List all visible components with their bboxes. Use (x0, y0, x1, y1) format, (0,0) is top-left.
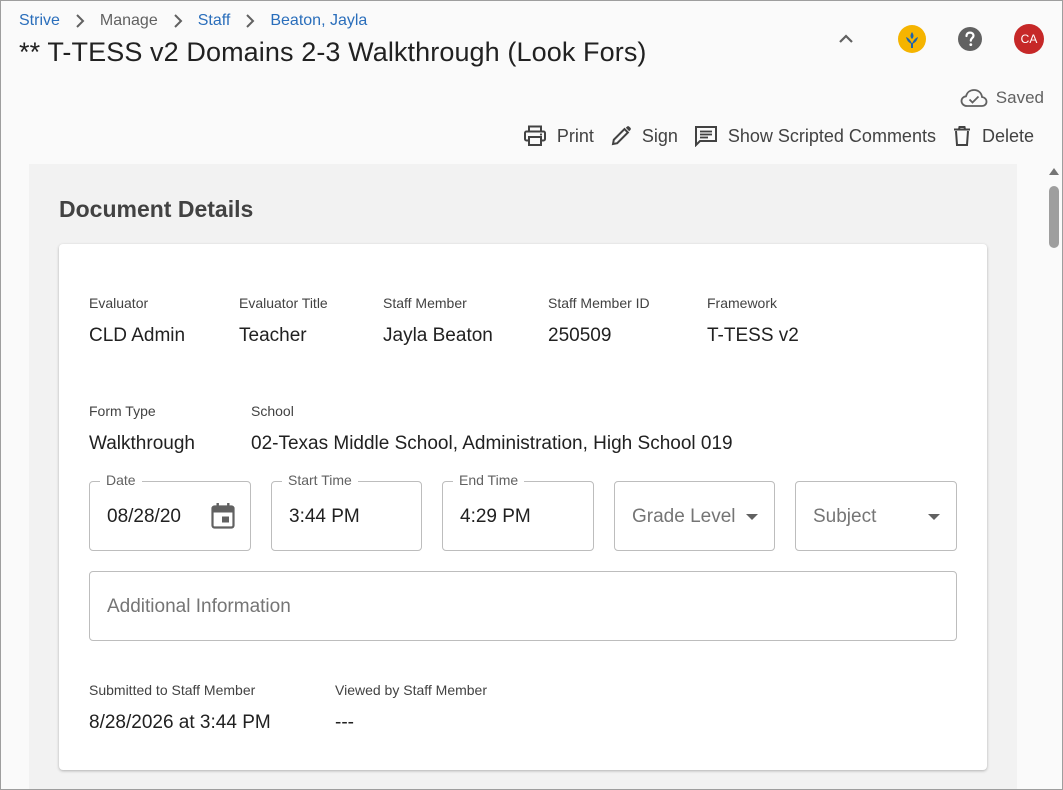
show-scripted-comments-label: Show Scripted Comments (727, 125, 936, 146)
additional-information-placeholder: Additional Information (107, 596, 291, 617)
document-details-panel: Document Details Evaluator CLD Admin Eva… (29, 164, 1017, 789)
framework-field: Framework T-TESS v2 (707, 295, 799, 347)
printer-icon (523, 125, 546, 146)
framework-label: Framework (707, 295, 778, 311)
calendar-icon (211, 503, 235, 529)
sign-label: Sign (641, 125, 678, 146)
breadcrumb-staff-member[interactable]: Beaton, Jayla (270, 12, 367, 30)
grade-level-select[interactable]: Grade Level (614, 481, 775, 551)
page-title: ** T-TESS v2 Domains 2-3 Walkthrough (Lo… (19, 37, 647, 67)
grade-level-placeholder: Grade Level (632, 506, 736, 527)
form-type-field: Form Type Walkthrough (89, 403, 195, 455)
end-time-value: 4:29 PM (460, 506, 531, 527)
chevron-up-icon (839, 34, 853, 43)
pencil-icon (611, 126, 631, 146)
trash-icon (953, 126, 970, 146)
viewed-label: Viewed by Staff Member (335, 682, 488, 698)
staff-member-id-value: 250509 (548, 325, 612, 346)
end-time-input[interactable]: End Time 4:29 PM (442, 472, 594, 551)
saved-status: Saved (960, 88, 1044, 108)
staff-member-value: Jayla Beaton (383, 325, 493, 346)
chevron-right-icon (158, 14, 198, 28)
sign-button[interactable]: Sign (610, 125, 678, 147)
date-label: Date (100, 472, 142, 488)
print-button[interactable]: Print (523, 125, 594, 147)
breadcrumb: Strive Manage Staff Beaton, Jayla (19, 12, 367, 30)
document-details-card: Evaluator CLD Admin Evaluator Title Teac… (59, 244, 987, 770)
evaluator-title-label: Evaluator Title (239, 295, 328, 311)
scrollbar-thumb[interactable] (1049, 186, 1059, 248)
staff-member-label: Staff Member (383, 295, 467, 311)
school-field: School 02-Texas Middle School, Administr… (251, 403, 733, 455)
dropdown-arrow-icon (746, 514, 758, 520)
evaluator-value: CLD Admin (89, 325, 186, 346)
app-logo[interactable] (896, 23, 928, 55)
staff-member-id-label: Staff Member ID (548, 295, 650, 311)
end-time-label: End Time (453, 472, 525, 488)
school-label: School (251, 403, 294, 419)
start-time-input[interactable]: Start Time 3:44 PM (271, 472, 422, 551)
evaluator-title-field: Evaluator Title Teacher (239, 295, 328, 347)
breadcrumb-staff[interactable]: Staff (198, 12, 231, 30)
evaluator-field: Evaluator CLD Admin (89, 295, 185, 347)
submitted-field: Submitted to Staff Member 8/28/2026 at 3… (89, 682, 271, 734)
staff-member-id-field: Staff Member ID 250509 (548, 295, 650, 347)
evaluator-label: Evaluator (89, 295, 149, 311)
comment-icon (694, 126, 717, 147)
viewed-value: --- (335, 712, 354, 733)
start-time-value: 3:44 PM (289, 506, 360, 527)
help-icon (958, 27, 982, 51)
evaluator-title-value: Teacher (239, 325, 307, 346)
help-button[interactable] (954, 23, 986, 55)
start-time-label: Start Time (282, 472, 358, 488)
section-title: Document Details (59, 196, 254, 222)
school-value: 02-Texas Middle School, Administration, … (251, 433, 733, 454)
subject-select[interactable]: Subject (795, 481, 957, 551)
show-scripted-comments-button[interactable]: Show Scripted Comments (694, 125, 936, 147)
wheat-logo-icon (898, 25, 926, 53)
viewed-field: Viewed by Staff Member --- (335, 682, 487, 734)
scrollbar[interactable] (1048, 166, 1060, 786)
form-type-value: Walkthrough (89, 433, 195, 454)
scroll-up-arrow-icon[interactable] (1049, 168, 1059, 175)
dropdown-arrow-icon (928, 514, 940, 520)
submitted-label: Submitted to Staff Member (89, 682, 256, 698)
document-toolbar: Print Sign Show Scripted Comments Delete (507, 125, 1034, 147)
calendar-button[interactable] (210, 502, 236, 535)
collapse-button[interactable] (830, 23, 862, 55)
chevron-right-icon (230, 14, 270, 28)
additional-information-input[interactable]: Additional Information (89, 571, 957, 641)
print-label: Print (556, 125, 594, 146)
saved-label: Saved (995, 88, 1044, 107)
delete-label: Delete (981, 125, 1034, 146)
breadcrumb-manage: Manage (99, 12, 158, 29)
breadcrumb-strive[interactable]: Strive (19, 12, 60, 30)
delete-button[interactable]: Delete (952, 125, 1034, 147)
form-type-label: Form Type (89, 403, 156, 419)
chevron-right-icon (60, 14, 100, 28)
user-avatar[interactable]: CA (1014, 24, 1044, 54)
submitted-value: 8/28/2026 at 3:44 PM (89, 712, 271, 733)
date-value: 08/28/20 (107, 506, 181, 527)
framework-value: T-TESS v2 (707, 325, 799, 346)
cloud-check-icon (960, 89, 988, 107)
staff-member-field: Staff Member Jayla Beaton (383, 295, 493, 347)
app-window: Strive Manage Staff Beaton, Jayla ** T-T… (0, 0, 1063, 790)
date-input[interactable]: Date 08/28/20 (89, 472, 251, 551)
header-actions: CA (830, 23, 1044, 55)
subject-placeholder: Subject (813, 506, 877, 527)
